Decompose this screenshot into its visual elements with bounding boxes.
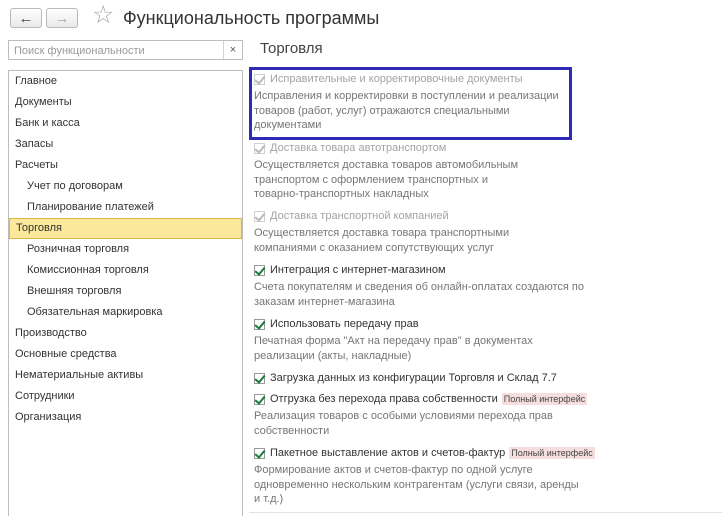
feature-delivery-by-transport-company: Доставка транспортной компанией Осуществ… — [254, 208, 614, 255]
feature-label: Доставка товара автотранспортом — [270, 142, 447, 154]
feature-checkbox[interactable] — [254, 393, 265, 405]
feature-batch-invoicing: Пакетное выставление актов и счетов-факт… — [254, 445, 614, 507]
arrow-left-icon: ← — [18, 9, 34, 27]
feature-label[interactable]: Загрузка данных из конфигурации Торговля… — [270, 372, 557, 384]
sidebar-item-foreign-trade[interactable]: Внешняя торговля — [9, 281, 242, 302]
back-button[interactable]: ← — [10, 8, 42, 28]
page-title: Функциональность программы — [123, 8, 380, 28]
feature-rights-transfer: Использовать передачу прав Печатная форм… — [254, 316, 614, 363]
feature-delivery-by-car: Доставка товара автотранспортом Осуществ… — [254, 140, 614, 202]
feature-description: Счета покупателям и сведения об онлайн-о… — [254, 281, 584, 308]
sidebar-item-organization[interactable]: Организация — [9, 407, 242, 428]
feature-checkbox — [254, 210, 265, 222]
feature-label[interactable]: Интеграция с интернет-магазином — [270, 264, 446, 276]
sidebar-item-retail-trade[interactable]: Розничная торговля — [9, 239, 242, 260]
full-interface-badge: Полный интерфейс — [501, 393, 588, 405]
search-input[interactable] — [9, 42, 219, 60]
sidebar-item-documents[interactable]: Документы — [9, 92, 242, 113]
sidebar-item-inventory[interactable]: Запасы — [9, 134, 242, 155]
feature-checkbox[interactable] — [254, 372, 265, 384]
search-field[interactable]: × — [8, 40, 243, 60]
feature-description: Реализация товаров с особыми условиями п… — [254, 410, 553, 437]
sidebar-item-payment-planning[interactable]: Планирование платежей — [9, 197, 242, 218]
sidebar-item-main[interactable]: Главное — [9, 71, 242, 92]
sidebar-item-commission-trade[interactable]: Комиссионная торговля — [9, 260, 242, 281]
sidebar-item-production[interactable]: Производство — [9, 323, 242, 344]
sidebar-item-fixed-assets[interactable]: Основные средства — [9, 344, 242, 365]
feature-checkbox[interactable] — [254, 264, 265, 276]
forward-button[interactable]: → — [46, 8, 78, 28]
feature-label[interactable]: Отгрузка без перехода права собственност… — [270, 393, 498, 405]
feature-description: Формирование актов и счетов-фактур по од… — [254, 464, 579, 505]
sidebar-item-bank-cash[interactable]: Банк и касса — [9, 113, 242, 134]
clear-icon[interactable]: × — [223, 41, 242, 59]
feature-data-import-7-7: Загрузка данных из конфигурации Торговля… — [254, 370, 614, 386]
feature-description: Осуществляется доставка товара транспорт… — [254, 227, 510, 254]
feature-label: Доставка транспортной компанией — [270, 210, 449, 222]
sidebar-item-settlements[interactable]: Расчеты — [9, 155, 242, 176]
highlight-frame — [249, 67, 572, 140]
divider — [249, 512, 722, 513]
sidebar-item-intangible-assets[interactable]: Нематериальные активы — [9, 365, 242, 386]
full-interface-badge: Полный интерфейс — [509, 447, 595, 459]
sidebar-item-trade[interactable]: Торговля — [9, 218, 242, 239]
feature-checkbox[interactable] — [254, 447, 265, 459]
arrow-right-icon: → — [54, 9, 70, 27]
feature-description: Осуществляется доставка товаров автомоби… — [254, 159, 518, 200]
feature-checkbox[interactable] — [254, 318, 265, 330]
sidebar: Главное Документы Банк и касса Запасы Ра… — [8, 70, 243, 516]
sidebar-item-contract-accounting[interactable]: Учет по договорам — [9, 176, 242, 197]
sidebar-item-mandatory-labeling[interactable]: Обязательная маркировка — [9, 302, 242, 323]
feature-checkbox — [254, 142, 265, 154]
sidebar-item-employees[interactable]: Сотрудники — [9, 386, 242, 407]
feature-online-store-integration: Интеграция с интернет-магазином Счета по… — [254, 262, 614, 309]
star-icon[interactable]: ☆ — [92, 3, 114, 28]
feature-shipment-without-ownership-transfer: Отгрузка без перехода права собственност… — [254, 391, 614, 438]
feature-label[interactable]: Пакетное выставление актов и счетов-факт… — [270, 447, 505, 459]
feature-label[interactable]: Использовать передачу прав — [270, 318, 419, 330]
section-title: Торговля — [260, 40, 323, 57]
feature-description: Печатная форма "Акт на передачу прав" в … — [254, 335, 533, 362]
